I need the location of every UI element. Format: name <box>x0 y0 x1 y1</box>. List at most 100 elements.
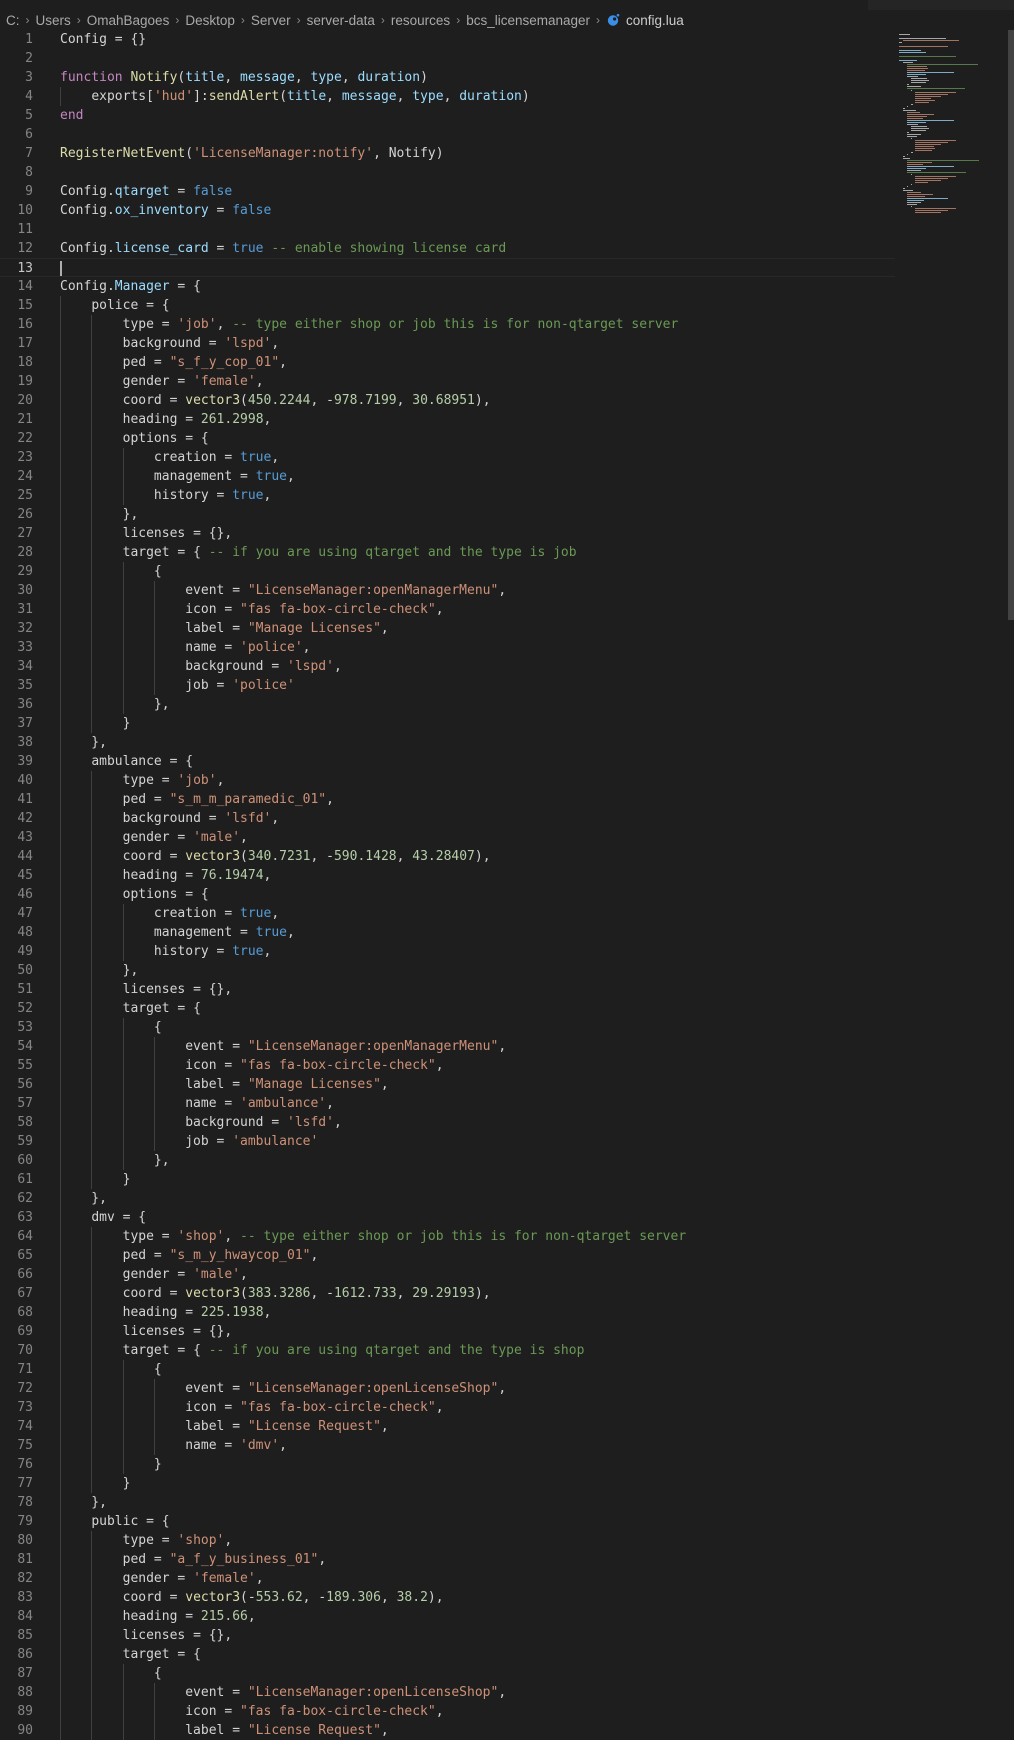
code-line[interactable]: 57 name = 'ambulance', <box>0 1094 895 1113</box>
code-line[interactable]: 88 event = "LicenseManager:openLicenseSh… <box>0 1683 895 1702</box>
code-line[interactable]: 64 type = 'shop', -- type either shop or… <box>0 1227 895 1246</box>
code-line[interactable]: 27 licenses = {}, <box>0 524 895 543</box>
code-line[interactable]: 71 { <box>0 1360 895 1379</box>
code-line[interactable]: 78 }, <box>0 1493 895 1512</box>
code-line[interactable]: 5 end <box>0 106 895 125</box>
code-line[interactable]: 30 event = "LicenseManager:openManagerMe… <box>0 581 895 600</box>
code-line[interactable]: 85 licenses = {}, <box>0 1626 895 1645</box>
code-line[interactable]: 90 label = "License Request", <box>0 1721 895 1740</box>
code-line[interactable]: 55 icon = "fas fa-box-circle-check", <box>0 1056 895 1075</box>
code-line[interactable]: 76 } <box>0 1455 895 1474</box>
code-line[interactable]: 70 target = { -- if you are using qtarge… <box>0 1341 895 1360</box>
code-line[interactable]: 60 }, <box>0 1151 895 1170</box>
code-line[interactable]: 79 public = { <box>0 1512 895 1531</box>
code-line[interactable]: 62 }, <box>0 1189 895 1208</box>
code-line[interactable]: 80 type = 'shop', <box>0 1531 895 1550</box>
code-line[interactable]: 73 icon = "fas fa-box-circle-check", <box>0 1398 895 1417</box>
breadcrumb-resources[interactable]: resources <box>391 13 450 28</box>
code-line[interactable]: 39 ambulance = { <box>0 752 895 771</box>
code-line[interactable]: 20 coord = vector3(450.2244, -978.7199, … <box>0 391 895 410</box>
code-line[interactable]: 74 label = "License Request", <box>0 1417 895 1436</box>
code-line[interactable]: 33 name = 'police', <box>0 638 895 657</box>
code-line[interactable]: 37 } <box>0 714 895 733</box>
code-line[interactable]: 47 creation = true, <box>0 904 895 923</box>
code-line[interactable]: 46 options = { <box>0 885 895 904</box>
code-line[interactable]: 18 ped = "s_f_y_cop_01", <box>0 353 895 372</box>
code-line[interactable]: 67 coord = vector3(383.3286, -1612.733, … <box>0 1284 895 1303</box>
code-line[interactable]: 49 history = true, <box>0 942 895 961</box>
code-line[interactable]: 77 } <box>0 1474 895 1493</box>
code-line[interactable]: 31 icon = "fas fa-box-circle-check", <box>0 600 895 619</box>
code-line[interactable]: 82 gender = 'female', <box>0 1569 895 1588</box>
breadcrumb-file[interactable]: config.lua <box>626 13 684 28</box>
code-line[interactable]: 10 Config.ox_inventory = false <box>0 201 895 220</box>
code-line[interactable]: 52 target = { <box>0 999 895 1018</box>
code-line[interactable]: 11 <box>0 220 895 239</box>
code-line[interactable]: 86 target = { <box>0 1645 895 1664</box>
code-line[interactable]: 7 RegisterNetEvent('LicenseManager:notify… <box>0 144 895 163</box>
breadcrumb-desktop[interactable]: Desktop <box>185 13 235 28</box>
code-line[interactable]: 14 Config.Manager = { <box>0 277 895 296</box>
code-line[interactable]: 40 type = 'job', <box>0 771 895 790</box>
code-line[interactable]: 38 }, <box>0 733 895 752</box>
code-line[interactable]: 84 heading = 215.66, <box>0 1607 895 1626</box>
code-line[interactable]: 16 type = 'job', -- type either shop or … <box>0 315 895 334</box>
breadcrumb-users[interactable]: Users <box>36 13 71 28</box>
code-line[interactable]: 66 gender = 'male', <box>0 1265 895 1284</box>
scrollbar-thumb[interactable] <box>1008 30 1014 620</box>
breadcrumb-server-data[interactable]: server-data <box>307 13 375 28</box>
code-line[interactable]: 72 event = "LicenseManager:openLicenseSh… <box>0 1379 895 1398</box>
code-line[interactable]: 29 { <box>0 562 895 581</box>
code-line[interactable]: 51 licenses = {}, <box>0 980 895 999</box>
code-line[interactable]: 1 Config = {} <box>0 30 895 49</box>
code-line[interactable]: 19 gender = 'female', <box>0 372 895 391</box>
code-line[interactable]: 36 }, <box>0 695 895 714</box>
code-line[interactable]: 50 }, <box>0 961 895 980</box>
code-line[interactable]: 28 target = { -- if you are using qtarge… <box>0 543 895 562</box>
code-line[interactable]: 32 label = "Manage Licenses", <box>0 619 895 638</box>
code-line[interactable]: 6 <box>0 125 895 144</box>
breadcrumb-drive[interactable]: C: <box>6 13 20 28</box>
code-line[interactable]: 54 event = "LicenseManager:openManagerMe… <box>0 1037 895 1056</box>
code-line[interactable]: 53 { <box>0 1018 895 1037</box>
code-line[interactable]: 12 Config.license_card = true -- enable s… <box>0 239 895 258</box>
code-line[interactable]: 42 background = 'lsfd', <box>0 809 895 828</box>
code-line[interactable]: 26 }, <box>0 505 895 524</box>
code-line[interactable]: 48 management = true, <box>0 923 895 942</box>
code-line[interactable]: 81 ped = "a_f_y_business_01", <box>0 1550 895 1569</box>
code-line[interactable]: 83 coord = vector3(-553.62, -189.306, 38… <box>0 1588 895 1607</box>
code-line[interactable]: 25 history = true, <box>0 486 895 505</box>
code-line[interactable]: 34 background = 'lspd', <box>0 657 895 676</box>
code-line[interactable]: 21 heading = 261.2998, <box>0 410 895 429</box>
breadcrumb-user-folder[interactable]: OmahBagoes <box>87 13 170 28</box>
code-line[interactable]: 43 gender = 'male', <box>0 828 895 847</box>
code-line[interactable]: 45 heading = 76.19474, <box>0 866 895 885</box>
code-line[interactable]: 89 icon = "fas fa-box-circle-check", <box>0 1702 895 1721</box>
code-line[interactable]: 44 coord = vector3(340.7231, -590.1428, … <box>0 847 895 866</box>
code-line[interactable]: 15 police = { <box>0 296 895 315</box>
code-line[interactable]: 58 background = 'lsfd', <box>0 1113 895 1132</box>
code-editor[interactable]: 1 Config = {} 2 3 function Notify(title, mes… <box>0 30 895 1740</box>
code-line[interactable]: 35 job = 'police' <box>0 676 895 695</box>
code-line[interactable]: 59 job = 'ambulance' <box>0 1132 895 1151</box>
code-line[interactable]: 56 label = "Manage Licenses", <box>0 1075 895 1094</box>
code-line[interactable]: 87 { <box>0 1664 895 1683</box>
code-line[interactable]: 2 <box>0 49 895 68</box>
code-line[interactable]: 63 dmv = { <box>0 1208 895 1227</box>
minimap[interactable] <box>895 30 995 410</box>
code-line[interactable]: 69 licenses = {}, <box>0 1322 895 1341</box>
code-line[interactable]: 13 <box>0 258 895 277</box>
code-line[interactable]: 3 function Notify(title, message, type, d… <box>0 68 895 87</box>
code-line[interactable]: 23 creation = true, <box>0 448 895 467</box>
vertical-scrollbar[interactable] <box>1008 30 1014 1729</box>
code-line[interactable]: 41 ped = "s_m_m_paramedic_01", <box>0 790 895 809</box>
code-line[interactable]: 68 heading = 225.1938, <box>0 1303 895 1322</box>
breadcrumb-server[interactable]: Server <box>251 13 291 28</box>
code-line[interactable]: 9 Config.qtarget = false <box>0 182 895 201</box>
code-line[interactable]: 61 } <box>0 1170 895 1189</box>
code-line[interactable]: 22 options = { <box>0 429 895 448</box>
code-line[interactable]: 75 name = 'dmv', <box>0 1436 895 1455</box>
code-line[interactable]: 4 exports['hud']:sendAlert(title, messag… <box>0 87 895 106</box>
code-line[interactable]: 17 background = 'lspd', <box>0 334 895 353</box>
active-tab-area[interactable] <box>0 0 868 10</box>
